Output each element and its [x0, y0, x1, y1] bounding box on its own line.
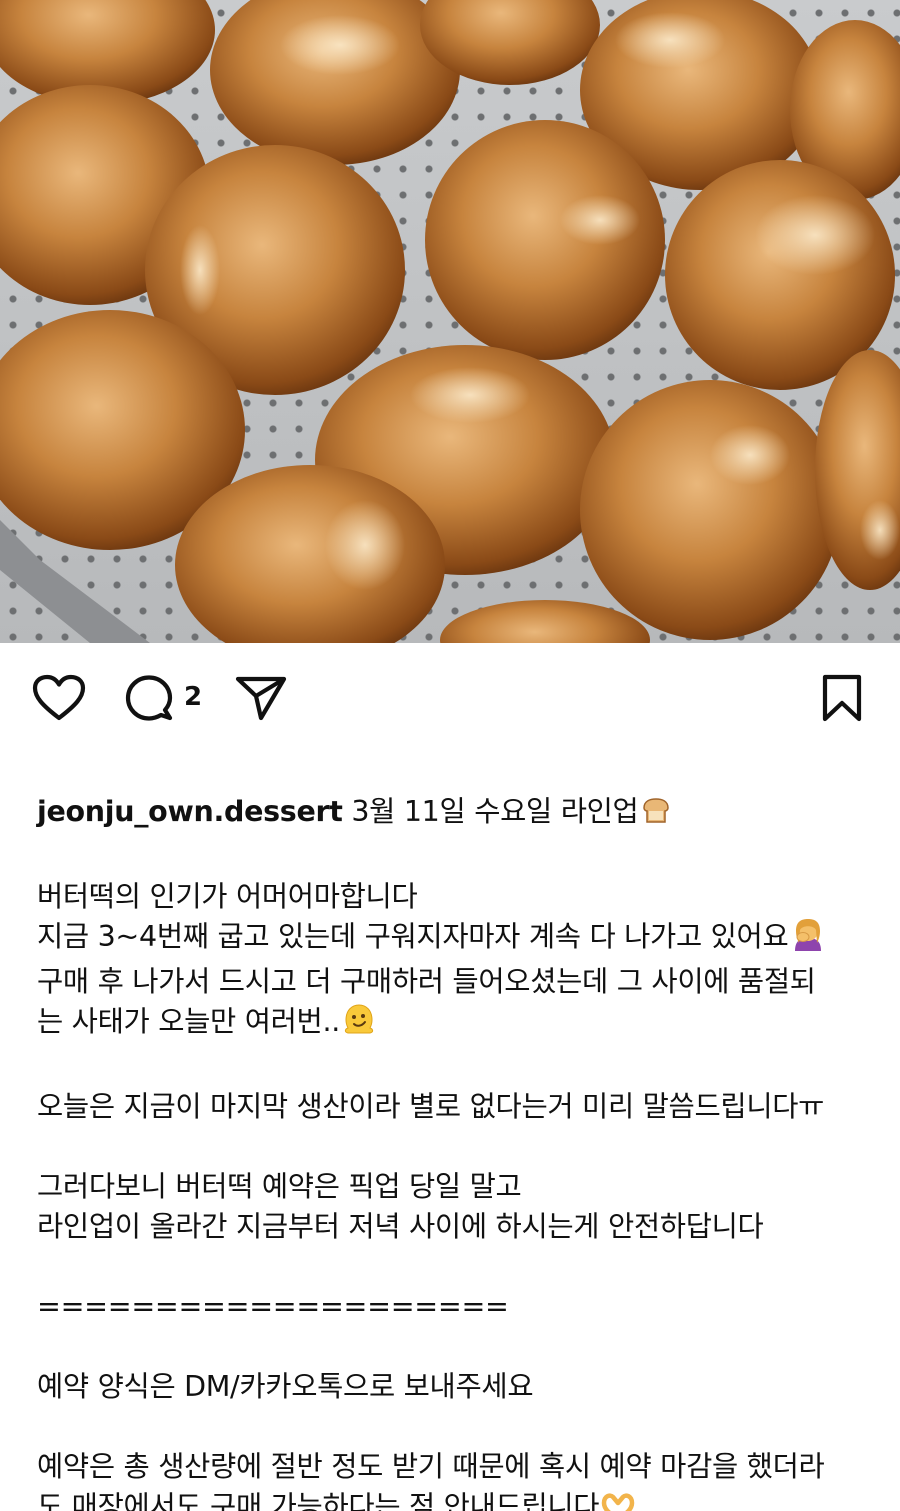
- comment-count: 2: [184, 682, 203, 712]
- caption-line: 지금 3~4번째 굽고 있는데 구워지자마자 계속 다 나가고 있어요: [37, 920, 789, 953]
- comment-button[interactable]: [122, 672, 176, 724]
- caption-line: 예약은 총 생산량에 절반 정도 받기 때문에 혹시 예약 마감을 했더라: [37, 1450, 825, 1483]
- post-action-bar: 2: [0, 660, 900, 740]
- caption-line-with-emoji: 도 매장에서도 구매 가능하다는 점 안내드립니다: [37, 1487, 877, 1511]
- post-photo[interactable]: [0, 0, 900, 643]
- caption-divider: ====================: [37, 1290, 509, 1323]
- caption-line: 도 매장에서도 구매 가능하다는 점 안내드립니다: [37, 1490, 600, 1511]
- share-button[interactable]: [232, 672, 290, 724]
- like-button[interactable]: [30, 672, 88, 724]
- facepalm-emoji-icon: [790, 917, 826, 962]
- bookmark-icon: [822, 674, 862, 722]
- caption-line: 그러다보니 버터떡 예약은 픽업 당일 말고: [37, 1170, 522, 1203]
- caption-line: 예약 양식은 DM/카카오톡으로 보내주세요: [37, 1370, 534, 1403]
- bread-emoji-icon: [640, 794, 672, 837]
- paper-plane-icon: [235, 676, 287, 721]
- heart-icon: [32, 674, 86, 721]
- speech-bubble-icon: [125, 675, 173, 721]
- caption-line: 라인업이 올라간 지금부터 저녁 사이에 하시는게 안전하답니다: [37, 1210, 764, 1243]
- pastry-photo-illustration: [0, 0, 900, 643]
- caption-headline-text: 3월 11일 수요일 라인업: [342, 795, 639, 828]
- caption-line: 는 사태가 오늘만 여러번..: [37, 1005, 340, 1038]
- caption-line: 버터떡의 인기가 어머어마합니다: [37, 880, 418, 913]
- heart-hands-emoji-icon: [601, 1491, 635, 1511]
- caption-line: 구매 후 나가서 드시고 더 구매하러 들어오셨는데 그 사이에 품절되: [37, 965, 816, 998]
- caption-line: 오늘은 지금이 마지막 생산이라 별로 없다는거 미리 말씀드립니다ㅠ: [37, 1090, 825, 1123]
- post-caption: jeonju_own.dessert 3월 11일 수요일 라인업 버터떡의 인…: [37, 792, 877, 1511]
- caption-headline: jeonju_own.dessert 3월 11일 수요일 라인업: [37, 792, 877, 837]
- caption-line-with-emoji: 지금 3~4번째 굽고 있는데 구워지자마자 계속 다 나가고 있어요: [37, 917, 877, 962]
- pastries: [0, 0, 900, 643]
- melting-face-emoji-icon: [342, 1002, 376, 1047]
- caption-line-with-emoji: 는 사태가 오늘만 여러번..: [37, 1002, 877, 1047]
- save-button[interactable]: [818, 672, 866, 724]
- username-link[interactable]: jeonju_own.dessert: [37, 795, 343, 828]
